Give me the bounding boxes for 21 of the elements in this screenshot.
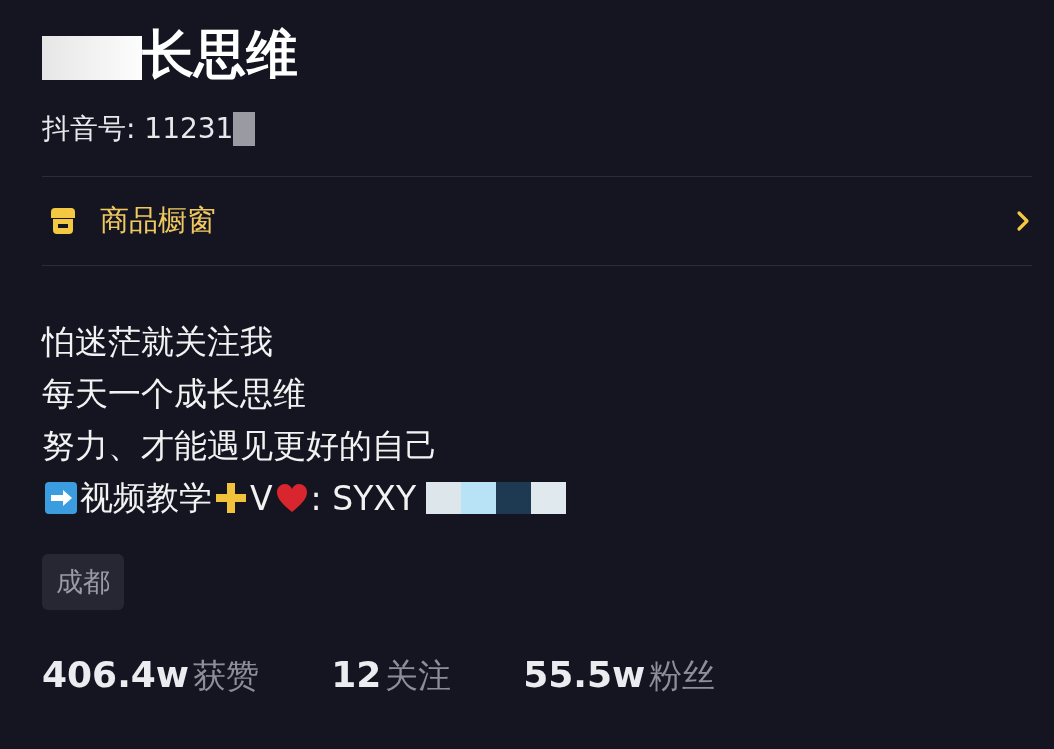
bio-text: V xyxy=(250,478,273,518)
stat-value: 406.4w xyxy=(42,654,190,695)
bio-line: 怕迷茫就关注我 xyxy=(42,321,274,363)
profile-name: 长思维 xyxy=(142,28,298,80)
heart-icon xyxy=(274,481,309,515)
stat-label: 关注 xyxy=(385,655,452,697)
redaction-mosaic xyxy=(233,112,256,146)
bio-line: 努力、才能遇见更好的自己 xyxy=(42,425,439,467)
shop-icon xyxy=(48,206,78,236)
shop-row[interactable]: 商品橱窗 xyxy=(42,177,1032,265)
chevron-right-icon xyxy=(1016,210,1030,232)
stat-value: 55.5w xyxy=(523,654,646,695)
douyin-id: 抖音号: 11231 xyxy=(42,111,234,147)
bio-line: 每天一个成长思维 xyxy=(42,373,307,415)
location-tag[interactable]: 成都 xyxy=(42,554,124,610)
bio-text: 视频教学 xyxy=(80,476,212,519)
stat-label: 获赞 xyxy=(193,655,260,697)
bio-text: : SYXY xyxy=(310,478,417,518)
stat-value: 12 xyxy=(331,654,382,695)
stat-label: 粉丝 xyxy=(649,655,716,697)
plus-icon xyxy=(214,481,248,515)
